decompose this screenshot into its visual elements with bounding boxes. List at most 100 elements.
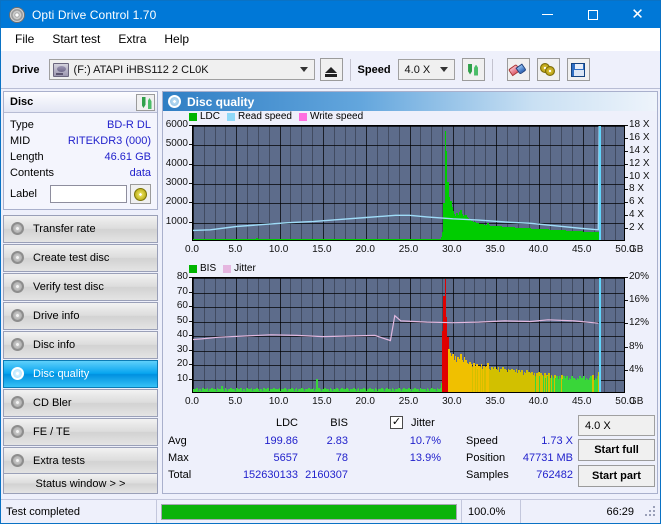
stats-total-bis: 2160307	[305, 469, 348, 481]
ldc-chart-plot	[192, 125, 625, 241]
disc-tools-button[interactable]	[536, 58, 560, 81]
x-axis-tick-label: 5.0	[228, 244, 243, 255]
status-bar: Test completed 100.0% 66:29	[1, 499, 660, 523]
disc-row-key: Contents	[10, 167, 55, 179]
disc-refresh-button[interactable]	[136, 93, 155, 111]
speed-select-value: 4.0 X	[404, 63, 431, 76]
left-panel: Disc Type BD-R DL MID RITEKDR3 (000) Len…	[1, 89, 160, 496]
x-axis-tick-label: 30.0	[442, 244, 462, 255]
application-window: Opti Drive Control 1.70 ✕ File Start tes…	[0, 0, 661, 524]
chart-line	[193, 314, 599, 342]
eject-button[interactable]	[319, 58, 343, 81]
stats-avg-ldc: 199.86	[264, 435, 298, 447]
y-axis-tick-label: 10	[176, 372, 188, 384]
refresh-button[interactable]	[461, 58, 485, 81]
drive-select[interactable]: (F:) ATAPI iHBS112 2 CL0K	[48, 59, 315, 80]
y-axis-tick-mark	[189, 221, 192, 223]
window-controls: ✕	[525, 1, 660, 28]
sidebar-item-disc-info[interactable]: Disc info	[3, 331, 158, 359]
y2-axis-tick-label: 12%	[629, 317, 650, 329]
y2-axis-tick-mark	[625, 228, 628, 230]
menu-start-test[interactable]: Start test	[43, 29, 109, 49]
test-speed-value: 4.0 X	[585, 419, 611, 432]
start-part-button[interactable]: Start part	[578, 465, 655, 487]
y-axis-tick-label: 4000	[165, 157, 188, 169]
sidebar-item-transfer-rate[interactable]: Transfer rate	[3, 215, 158, 243]
disc-label-browse-button[interactable]	[130, 184, 151, 204]
y-axis-tick-label: 40	[176, 329, 188, 340]
legend-label: Read speed	[238, 111, 292, 122]
disc-icon	[10, 425, 26, 439]
drive-select-value: (F:) ATAPI iHBS112 2 CL0K	[73, 63, 209, 76]
page-title: Disc quality	[187, 94, 255, 109]
stats-speed-label: Speed	[466, 435, 498, 447]
y2-axis-tick-label: 16%	[629, 294, 650, 306]
sidebar-item-label: Verify test disc	[33, 281, 104, 293]
y-axis-tick-mark	[189, 144, 192, 146]
disc-icon	[10, 367, 26, 381]
disc-icon	[10, 222, 26, 236]
stats-speed-value: 1.73 X	[541, 435, 573, 447]
y-axis-tick-label: 70	[176, 285, 188, 297]
stats-header-bis: BIS	[330, 417, 348, 429]
sidebar-item-verify-test-disc[interactable]: Verify test disc	[3, 273, 158, 301]
sidebar-item-drive-info[interactable]: Drive info	[3, 302, 158, 330]
disc-row-value: BD-R DL	[106, 119, 151, 131]
refresh-icon	[140, 96, 152, 109]
stats-panel: LDC BIS Avg 199.86 2.83 10.7% Max 5657 7…	[163, 413, 657, 493]
close-button[interactable]: ✕	[615, 1, 660, 28]
test-speed-select[interactable]: 4.0 X	[578, 415, 655, 436]
elapsed-time-label: 66:29	[606, 505, 634, 518]
y2-axis-tick-mark	[625, 323, 628, 325]
sidebar-item-extra-tests[interactable]: Extra tests	[3, 447, 158, 475]
x-axis-tick-label: 25.0	[398, 396, 419, 407]
legend-swatch	[223, 264, 232, 273]
position-cursor	[599, 278, 601, 392]
x-axis-tick-label: 25.0	[398, 244, 419, 255]
save-button[interactable]	[566, 58, 590, 81]
speed-select[interactable]: 4.0 X	[397, 59, 455, 80]
y-axis-tick-mark	[189, 320, 192, 322]
sidebar-item-fe-te[interactable]: FE / TE	[3, 418, 158, 446]
y-axis-tick-mark	[189, 364, 192, 365]
sidebar-item-label: FE / TE	[33, 426, 71, 438]
erase-button[interactable]	[506, 58, 530, 81]
y-axis-tick-mark	[189, 349, 192, 351]
x-axis-tick-label: 0.0	[185, 396, 199, 407]
menu-file[interactable]: File	[6, 29, 43, 49]
minimize-button[interactable]	[525, 1, 570, 28]
disc-label-input[interactable]	[50, 185, 127, 203]
menu-help[interactable]: Help	[155, 29, 198, 49]
y-axis-tick-label: 6000	[165, 119, 188, 130]
maximize-button[interactable]	[570, 1, 615, 28]
x-axis-unit-label: GB	[629, 244, 644, 255]
sidebar-item-create-test-disc[interactable]: Create test disc	[3, 244, 158, 272]
y-axis-tick-label: 1000	[165, 215, 188, 227]
status-window-button[interactable]: Status window > >	[3, 473, 158, 494]
y-axis-tick-label: 5000	[165, 138, 188, 150]
disc-row-type: Type BD-R DL	[10, 117, 151, 133]
disc-row-contents: Contents data	[10, 165, 151, 181]
y-axis-tick-mark	[189, 335, 192, 336]
y2-axis-tick-label: 8 X	[629, 183, 645, 195]
jitter-checkbox[interactable]	[390, 416, 403, 429]
y-axis-tick-mark	[189, 277, 192, 278]
resize-grip-icon[interactable]	[644, 505, 658, 519]
disc-row-key: Type	[10, 119, 34, 131]
y2-axis-tick-label: 10 X	[629, 170, 650, 182]
maximize-icon	[587, 9, 598, 20]
disc-row-value: 46.61 GB	[104, 151, 151, 163]
sidebar-item-cd-bler[interactable]: CD Bler	[3, 389, 158, 417]
sidebar-item-disc-quality[interactable]: Disc quality	[3, 360, 158, 388]
disc-label-row: Label	[10, 184, 151, 204]
chevron-down-icon	[439, 67, 448, 72]
stats-position-value: 47731 MB	[522, 452, 573, 464]
progress-percent-label: 100.0%	[468, 505, 506, 518]
start-full-button[interactable]: Start full	[578, 439, 655, 461]
menu-extra[interactable]: Extra	[109, 29, 155, 49]
y2-axis-tick-label: 2 X	[629, 222, 645, 234]
x-axis-tick-label: 20.0	[355, 244, 375, 255]
y2-axis-tick-mark	[625, 163, 628, 165]
drive-icon	[52, 62, 69, 77]
save-icon	[571, 62, 586, 77]
